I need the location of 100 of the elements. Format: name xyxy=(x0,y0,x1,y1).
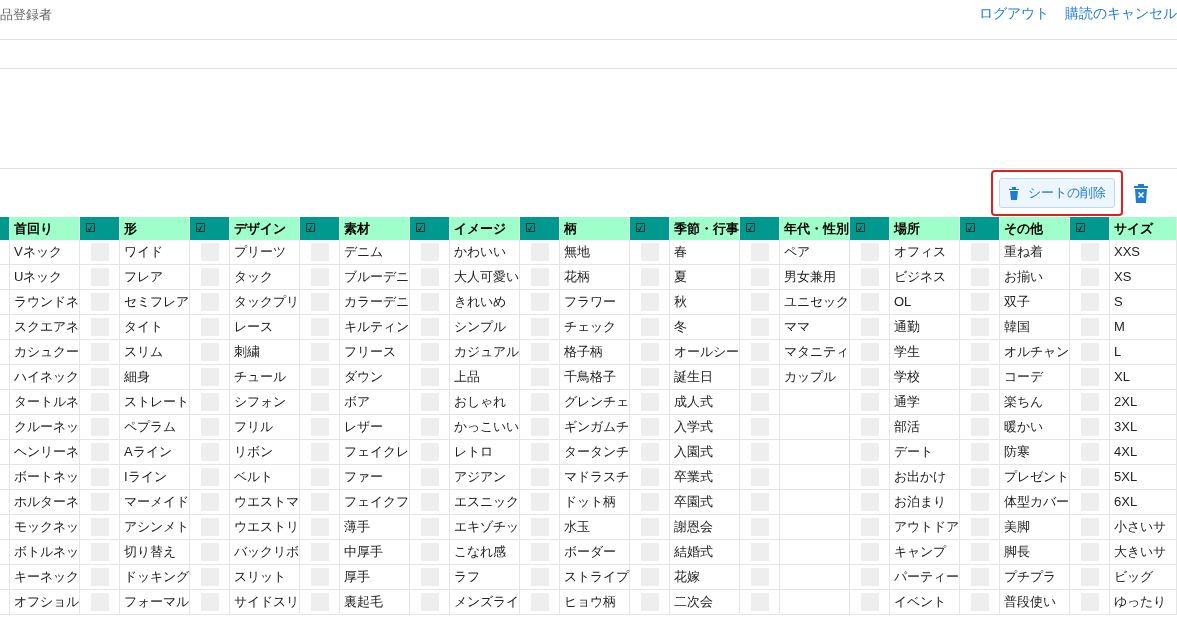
empty-cell xyxy=(0,415,10,440)
header-link[interactable]: 購読のキャンセル xyxy=(1065,4,1177,25)
table-cell: タータンチ xyxy=(560,440,630,465)
table-cell: 2XL xyxy=(1110,390,1177,415)
check-all-header[interactable]: ☑ xyxy=(80,217,120,240)
table-cell: 卒園式 xyxy=(670,490,740,515)
table-cell: 学生 xyxy=(890,340,960,365)
empty-cell xyxy=(0,340,10,365)
empty-cell xyxy=(0,490,10,515)
check-all-header[interactable]: ☑ xyxy=(1070,217,1110,240)
table-cell: スリット xyxy=(230,565,300,590)
table-cell: S xyxy=(1110,290,1177,315)
table-cell: オールシー xyxy=(670,340,740,365)
table-cell: カジュアル xyxy=(450,340,520,365)
table-cell: ヒョウ柄 xyxy=(560,590,630,615)
table-cell: レトロ xyxy=(450,440,520,465)
table-cell: アシンメト xyxy=(120,515,190,540)
table-cell: 部活 xyxy=(890,415,960,440)
check-all-header[interactable]: ☑ xyxy=(190,217,230,240)
table-cell: OL xyxy=(890,290,960,315)
table-cell: おしゃれ xyxy=(450,390,520,415)
table-cell: 秋 xyxy=(670,290,740,315)
table-cell: 楽ちん xyxy=(1000,390,1070,415)
table-cell: アジアン xyxy=(450,465,520,490)
table-cell: 上品 xyxy=(450,365,520,390)
table-cell: デート xyxy=(890,440,960,465)
table-cell: ドッキング xyxy=(120,565,190,590)
table-cell: 謝恩会 xyxy=(670,515,740,540)
table-cell: タイト xyxy=(120,315,190,340)
column-header[interactable]: 素材 xyxy=(340,217,410,240)
check-all-header[interactable]: ☑ xyxy=(520,217,560,240)
column-header[interactable]: 場所 xyxy=(890,217,960,240)
table-cell: 夏 xyxy=(670,265,740,290)
table-cell: タートルネ xyxy=(10,390,80,415)
table-cell: 千鳥格子 xyxy=(560,365,630,390)
table-cell: ストレート xyxy=(120,390,190,415)
table-cell: 花嫁 xyxy=(670,565,740,590)
empty-cell xyxy=(0,290,10,315)
column-header[interactable]: 年代・性別 xyxy=(780,217,850,240)
empty-cell xyxy=(0,265,10,290)
column-header[interactable]: 形 xyxy=(120,217,190,240)
table-cell: 体型カバー xyxy=(1000,490,1070,515)
header-link[interactable]: ログアウト xyxy=(979,4,1049,25)
delete-icon[interactable] xyxy=(1133,183,1149,203)
table-cell: 薄手 xyxy=(340,515,410,540)
column-header[interactable]: 首回り xyxy=(10,217,80,240)
table-cell: ギンガムチ xyxy=(560,415,630,440)
table-cell: 通学 xyxy=(890,390,960,415)
check-all-header[interactable]: ☑ xyxy=(740,217,780,240)
table-cell: フリース xyxy=(340,340,410,365)
empty-cell xyxy=(0,390,10,415)
empty-cell xyxy=(0,515,10,540)
table-cell: かわいい xyxy=(450,240,520,265)
check-all-header[interactable]: ☑ xyxy=(960,217,1000,240)
table-cell: ママ xyxy=(780,315,850,340)
table-cell: 二次会 xyxy=(670,590,740,615)
table-cell: チュール xyxy=(230,365,300,390)
table-cell: Uネック xyxy=(10,265,80,290)
table-cell: グレンチェ xyxy=(560,390,630,415)
table-cell: ウエストリ xyxy=(230,515,300,540)
table-cell: フェイクフ xyxy=(340,490,410,515)
column-header[interactable]: サイズ xyxy=(1110,217,1177,240)
table-cell: 格子柄 xyxy=(560,340,630,365)
table-cell: 脚長 xyxy=(1000,540,1070,565)
table-cell: ベルト xyxy=(230,465,300,490)
table-cell: 厚手 xyxy=(340,565,410,590)
table-cell: バックリボ xyxy=(230,540,300,565)
column-header[interactable]: 柄 xyxy=(560,217,630,240)
table-cell: 裏起毛 xyxy=(340,590,410,615)
column-header[interactable]: 季節・行事 xyxy=(670,217,740,240)
table-cell: 冬 xyxy=(670,315,740,340)
empty-cell xyxy=(0,540,10,565)
table-cell: スリム xyxy=(120,340,190,365)
check-all-header[interactable]: ☑ xyxy=(630,217,670,240)
table-cell: キルティン xyxy=(340,315,410,340)
check-all-header[interactable]: ☑ xyxy=(850,217,890,240)
table-cell: こなれ感 xyxy=(450,540,520,565)
table-cell: 中厚手 xyxy=(340,540,410,565)
table-cell: 刺繍 xyxy=(230,340,300,365)
column-header[interactable]: イメージ xyxy=(450,217,520,240)
table-cell: 入園式 xyxy=(670,440,740,465)
table-cell: L xyxy=(1110,340,1177,365)
table-cell: フリル xyxy=(230,415,300,440)
table-cell: デニム xyxy=(340,240,410,265)
column-header[interactable]: デザイン xyxy=(230,217,300,240)
table-cell: ハイネック xyxy=(10,365,80,390)
table-cell: カラーデニ xyxy=(340,290,410,315)
column-header[interactable]: その他 xyxy=(1000,217,1070,240)
table-cell: きれいめ xyxy=(450,290,520,315)
table-cell: ペア xyxy=(780,240,850,265)
table-cell: カップル xyxy=(780,365,850,390)
table-cell: サイドスリ xyxy=(230,590,300,615)
table-cell: 普段使い xyxy=(1000,590,1070,615)
check-all-header[interactable]: ☑ xyxy=(410,217,450,240)
table-cell: プチプラ xyxy=(1000,565,1070,590)
page-title: 品登録者 xyxy=(0,5,52,24)
table-cell: 防寒 xyxy=(1000,440,1070,465)
delete-sheet-button[interactable]: シートの削除 xyxy=(999,178,1115,208)
check-all-header[interactable]: ☑ xyxy=(300,217,340,240)
table-cell: 暖かい xyxy=(1000,415,1070,440)
